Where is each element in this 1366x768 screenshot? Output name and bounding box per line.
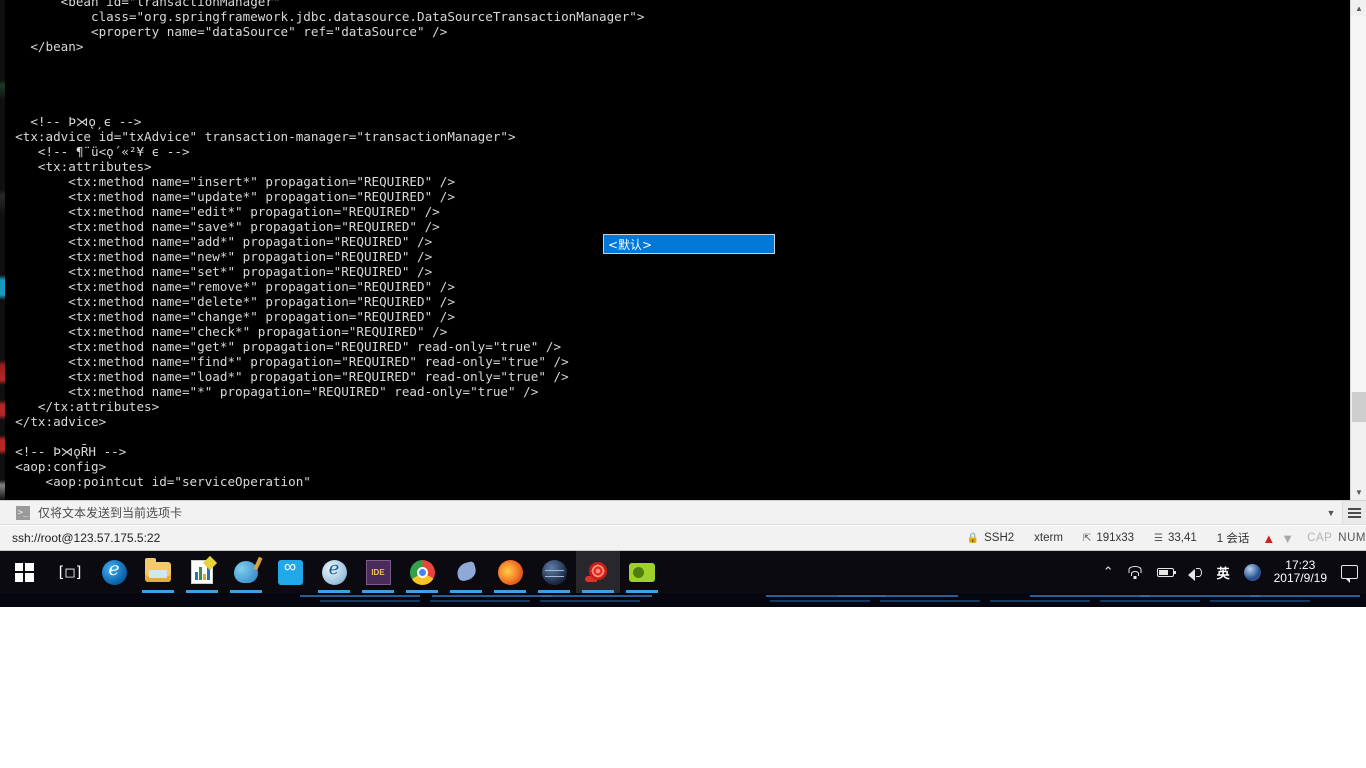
command-bar-actions: ▼ — [1320, 501, 1366, 524]
wifi-icon — [1128, 565, 1143, 579]
status-bar: ssh://root@123.57.175.5:22 🔒 SSH2 xterm … — [0, 526, 1366, 551]
camera-icon — [629, 562, 655, 582]
status-size-label: 191x33 — [1096, 532, 1135, 544]
chevron-down-icon[interactable]: ▼ — [1320, 502, 1342, 524]
chart-icon — [191, 555, 218, 584]
resize-icon: ⇱ — [1082, 532, 1092, 544]
windows-taskbar[interactable]: [□] e ∞ e IDE ⌃ 英 17:23 2017/9/19 — [0, 551, 1366, 593]
notification-icon[interactable] — [1341, 565, 1358, 583]
lock-icon: 🔒 — [966, 532, 980, 544]
clock-date: 2017/9/19 — [1273, 571, 1327, 585]
edge-icon — [101, 558, 127, 585]
taskbar-item-camera-app[interactable] — [620, 551, 664, 593]
task-view-icon: [□] — [56, 563, 84, 581]
taskbar-item-chart-app[interactable] — [180, 551, 224, 593]
volume-icon — [1187, 566, 1203, 581]
tray-app-icon — [1243, 563, 1261, 581]
status-cursor-label: 33,41 — [1168, 532, 1197, 544]
taskbar-item-chrome[interactable] — [400, 551, 444, 593]
cloud-icon — [277, 557, 303, 585]
taskbar-item-navicat[interactable] — [444, 551, 488, 593]
ime-icon: 英 — [1216, 565, 1230, 581]
download-arrow-icon: ▼ — [1281, 530, 1295, 546]
taskbar-item-paint[interactable] — [224, 551, 268, 593]
terminal-scrollbar[interactable]: ▲ ▼ — [1350, 0, 1366, 500]
tray-app-button[interactable] — [1237, 551, 1268, 593]
chrome-icon — [409, 559, 435, 585]
console-icon: >_ — [16, 505, 30, 520]
scrollbar-thumb[interactable] — [1352, 392, 1366, 422]
dolphin-icon — [454, 560, 479, 584]
ide-icon — [365, 559, 391, 585]
screen-tear-artifact — [0, 593, 1366, 607]
taskbar-item-ide-app[interactable] — [356, 551, 400, 593]
status-size: ⇱ 191x33 — [1073, 532, 1144, 544]
taskbar-item-firefox[interactable] — [488, 551, 532, 593]
default-popup-label: <默认> — [608, 237, 653, 252]
taskbar-clock[interactable]: 17:23 2017/9/19 — [1268, 559, 1337, 585]
status-sessions: 1 会话 — [1216, 533, 1250, 545]
desktop-screen: <bean id="transactionManager" class="org… — [0, 0, 1366, 768]
send-text-command-bar[interactable]: >_ 仅将文本发送到当前选项卡 ▼ — [0, 500, 1366, 525]
paint-icon — [234, 561, 258, 583]
tray-overflow-button[interactable]: ⌃ — [1096, 551, 1121, 593]
blank-area — [0, 607, 1366, 768]
start-button[interactable] — [0, 551, 48, 593]
cursor-icon: ☰ — [1154, 532, 1164, 544]
taskbar-item-xshell[interactable] — [576, 551, 620, 593]
ie-icon — [321, 558, 347, 585]
task-view-button[interactable]: [□] — [48, 551, 92, 593]
taskbar-item-globe-app[interactable] — [532, 551, 576, 593]
taskbar-item-file-explorer[interactable] — [136, 551, 180, 593]
taskbar-item-internet-explorer[interactable] — [312, 551, 356, 593]
status-protocol-label: SSH2 — [984, 532, 1015, 544]
caps-lock-indicator: CAP — [1307, 532, 1333, 544]
hamburger-icon[interactable] — [1342, 501, 1366, 524]
battery-icon — [1156, 567, 1176, 577]
firefox-icon — [497, 559, 523, 585]
send-text-label: 仅将文本发送到当前选项卡 — [38, 506, 183, 520]
scrollbar-track[interactable] — [1351, 16, 1366, 392]
terminal-window[interactable]: <bean id="transactionManager" class="org… — [0, 0, 1366, 500]
chevron-up-icon: ⌃ — [1102, 564, 1114, 579]
status-terminal-type: xterm — [1034, 532, 1063, 544]
taskbar-item-cloud-app[interactable] — [268, 551, 312, 593]
terminal-text: <bean id="transactionManager" class="org… — [15, 0, 645, 489]
status-cursor: ☰ 33,41 — [1144, 532, 1207, 544]
scroll-down-icon[interactable]: ▼ — [1351, 484, 1366, 500]
num-lock-indicator: NUM — [1338, 532, 1366, 544]
tray-volume-button[interactable] — [1181, 551, 1210, 593]
system-tray[interactable]: ⌃ 英 17:23 2017/9/19 — [1096, 551, 1366, 593]
upload-arrow-icon: ▲ — [1262, 530, 1276, 546]
taskbar-item-edge[interactable] — [92, 551, 136, 593]
globe-icon — [541, 559, 567, 585]
scroll-up-icon[interactable]: ▲ — [1351, 0, 1366, 16]
default-selection-popup[interactable]: <默认> — [602, 233, 776, 255]
tray-battery-button[interactable] — [1150, 551, 1181, 593]
folder-icon — [145, 558, 171, 582]
tray-ime-button[interactable]: 英 — [1210, 551, 1237, 593]
connection-string: ssh://root@123.57.175.5:22 — [12, 531, 161, 545]
status-bar-right: 🔒 SSH2 xterm ⇱ 191x33 ☰ 33,41 1 会话 ▲ ▼ C… — [957, 530, 1366, 546]
status-protocol: 🔒 SSH2 — [957, 532, 1025, 544]
tray-network-button[interactable] — [1121, 551, 1150, 593]
snail-icon — [585, 561, 611, 583]
windows-logo-icon — [14, 562, 34, 582]
